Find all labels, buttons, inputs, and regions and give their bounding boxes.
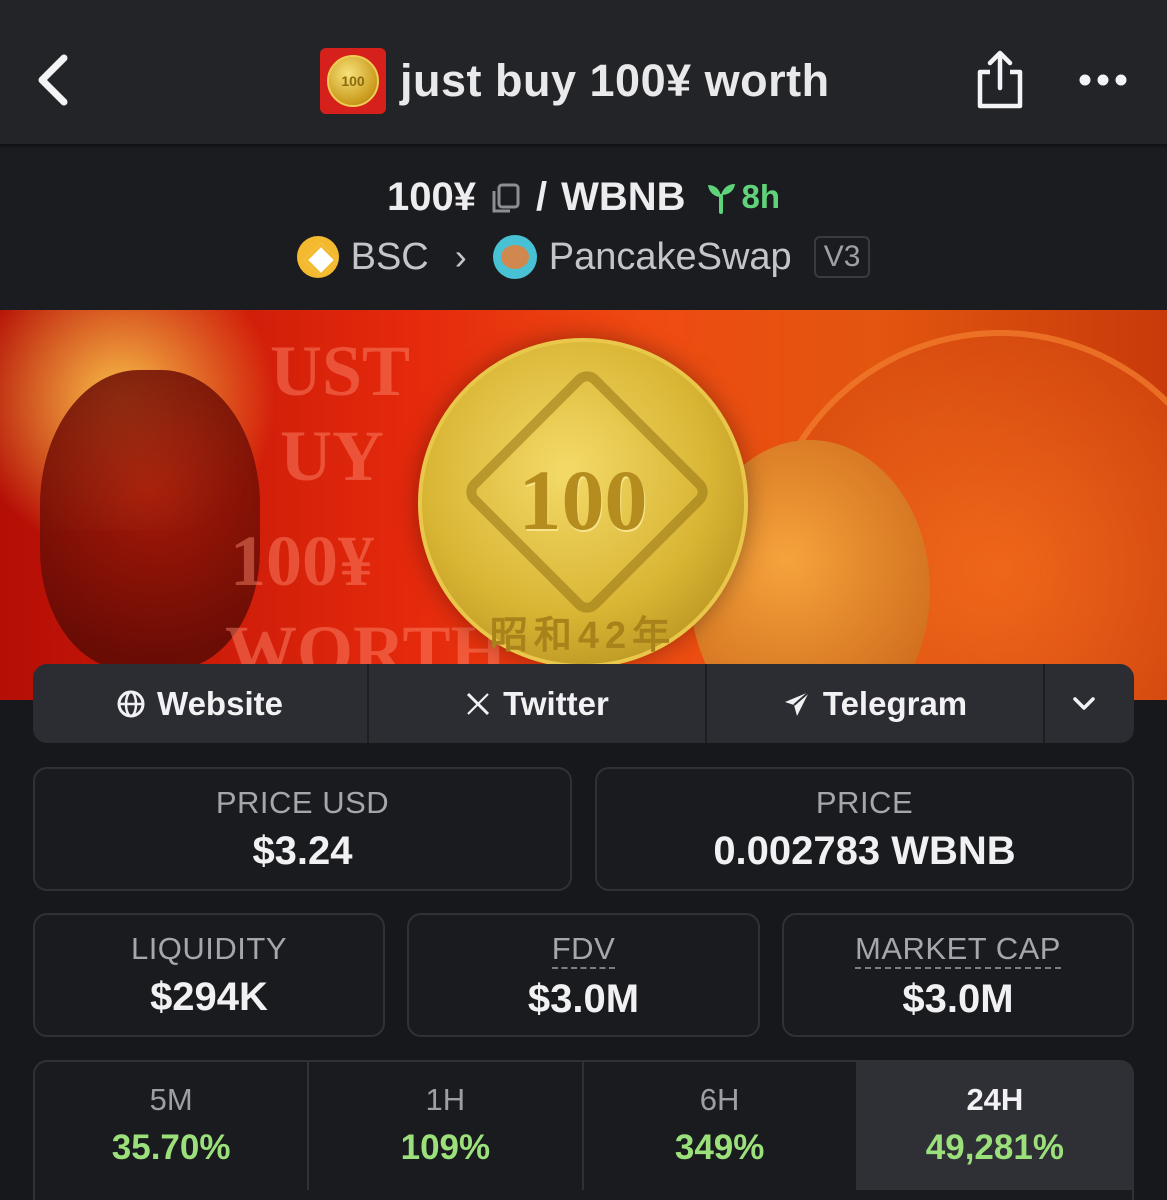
back-button[interactable] <box>30 50 80 110</box>
more-links-dropdown[interactable] <box>1045 664 1134 743</box>
quote-token-symbol: WBNB <box>561 174 686 219</box>
bsc-chain-icon <box>296 236 339 278</box>
fdv-card[interactable]: FDV $3.0M <box>407 913 760 1037</box>
price-change-value: 35.70% <box>111 1128 231 1167</box>
social-links-bar: Website Twitter Telegram <box>33 664 1134 743</box>
top-navigation-bar: 100 just buy 100¥ worth <box>0 0 1167 146</box>
fdv-label[interactable]: FDV <box>551 931 616 969</box>
telegram-icon <box>784 690 810 716</box>
tab-label: 5M <box>149 1082 193 1117</box>
price-usd-value: $3.24 <box>252 829 353 873</box>
liquidity-label: LIQUIDITY <box>130 931 288 966</box>
banner-word-1: UST <box>270 331 411 411</box>
tab-label: 24H <box>966 1082 1024 1117</box>
copy-address-button[interactable] <box>488 180 522 214</box>
chain-dex-row: BSC › PancakeSwap V3 <box>0 232 1167 282</box>
timeframe-tabs: 5M 35.70% 1H 109% 6H 349% 24H 49,281% <box>33 1060 1134 1200</box>
chevron-down-icon <box>1072 696 1095 710</box>
globe-icon <box>117 690 145 717</box>
token-logo-coin: 100 <box>327 55 379 107</box>
website-label: Website <box>157 684 283 722</box>
twitter-button[interactable]: Twitter <box>369 664 707 743</box>
page-title-group: 100 just buy 100¥ worth <box>320 46 830 116</box>
market-cap-card[interactable]: MARKET CAP $3.0M <box>782 913 1134 1037</box>
tab-label: 1H <box>425 1082 466 1117</box>
more-options-button[interactable] <box>1075 60 1131 100</box>
tab-24h[interactable]: 24H 49,281% <box>857 1062 1132 1190</box>
page-title: just buy 100¥ worth <box>400 55 830 106</box>
chevron-right-icon: › <box>454 236 467 277</box>
price-usd-card: PRICE USD $3.24 <box>33 767 572 891</box>
tab-label: 6H <box>699 1082 740 1117</box>
liquidity-value: $294K <box>150 975 268 1019</box>
market-cap-label[interactable]: MARKET CAP <box>855 931 1061 969</box>
banner-main-coin: 100 昭和42年 <box>418 338 748 668</box>
website-button[interactable]: Website <box>33 664 369 743</box>
pair-separator: / <box>535 174 548 219</box>
banner-word-3: 100¥ <box>230 521 374 601</box>
pancakeswap-icon <box>492 235 537 279</box>
price-change-value: 349% <box>674 1128 765 1167</box>
banner-word-2: UY <box>280 416 384 496</box>
pair-age-text: 8h <box>741 178 781 215</box>
telegram-label: Telegram <box>822 684 968 722</box>
coin-era: 昭和42年 <box>489 615 677 657</box>
share-icon <box>977 50 1023 109</box>
pair-name-row: 100¥ / WBNB 8h <box>0 172 1167 222</box>
price-change-value: 109% <box>400 1128 491 1167</box>
x-logo-icon <box>467 692 490 715</box>
dex-name[interactable]: PancakeSwap <box>549 236 792 279</box>
price-native-label: PRICE <box>815 785 914 820</box>
telegram-button[interactable]: Telegram <box>707 664 1045 743</box>
price-usd-label: PRICE USD <box>215 785 390 820</box>
chevron-left-icon <box>38 54 68 106</box>
twitter-label: Twitter <box>503 684 609 722</box>
price-native-value: 0.002783 WBNB <box>713 829 1016 873</box>
ellipsis-icon <box>1079 74 1127 86</box>
token-banner-image: UST UY 100¥ WORTH 100 昭和42年 <box>0 310 1167 700</box>
base-token-symbol: 100¥ <box>386 174 476 219</box>
liquidity-card: LIQUIDITY $294K <box>33 913 385 1037</box>
dex-version-badge: V3 <box>813 236 871 278</box>
copy-icon <box>492 183 520 213</box>
share-button[interactable] <box>972 48 1028 112</box>
chain-name[interactable]: BSC <box>351 236 429 279</box>
sprout-icon <box>707 184 735 214</box>
coin-value: 100 <box>518 452 648 548</box>
pair-age: 8h <box>704 178 781 216</box>
pair-header: 100¥ / WBNB 8h BSC › PancakeSwap V3 <box>0 148 1167 310</box>
price-native-card: PRICE 0.002783 WBNB <box>595 767 1134 891</box>
tab-1h[interactable]: 1H 109% <box>309 1062 584 1190</box>
price-change-value: 49,281% <box>925 1128 1064 1167</box>
tab-6h[interactable]: 6H 349% <box>584 1062 858 1190</box>
token-logo: 100 <box>320 48 386 114</box>
tab-5m[interactable]: 5M 35.70% <box>35 1062 310 1190</box>
fdv-value: $3.0M <box>527 977 640 1021</box>
market-cap-value: $3.0M <box>902 977 1014 1021</box>
